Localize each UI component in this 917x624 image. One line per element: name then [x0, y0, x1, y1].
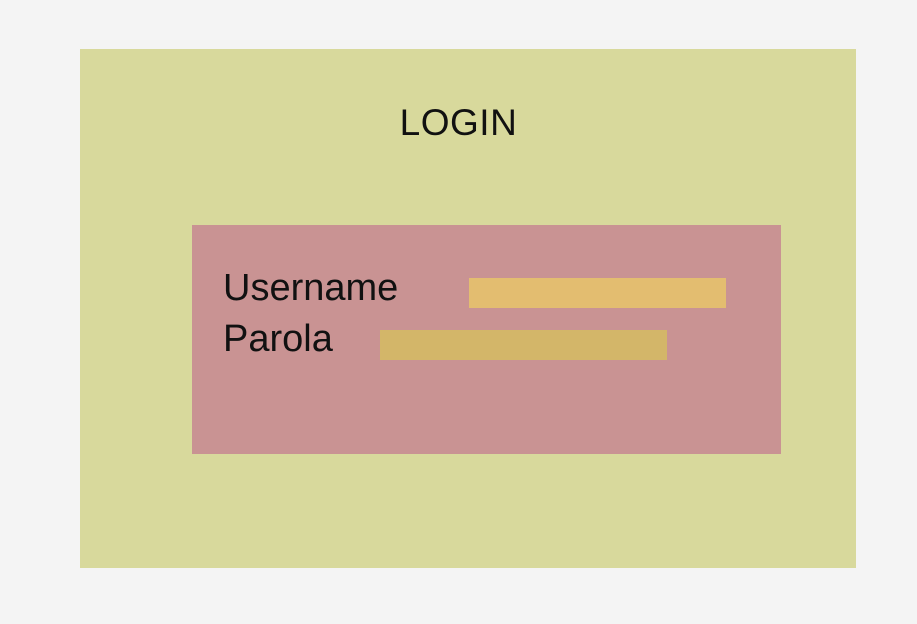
username-input[interactable]: [469, 278, 726, 308]
username-label: Username: [223, 267, 399, 309]
login-title: LOGIN: [399, 102, 518, 143]
password-label: Parola: [223, 318, 333, 360]
password-input[interactable]: [380, 330, 667, 360]
